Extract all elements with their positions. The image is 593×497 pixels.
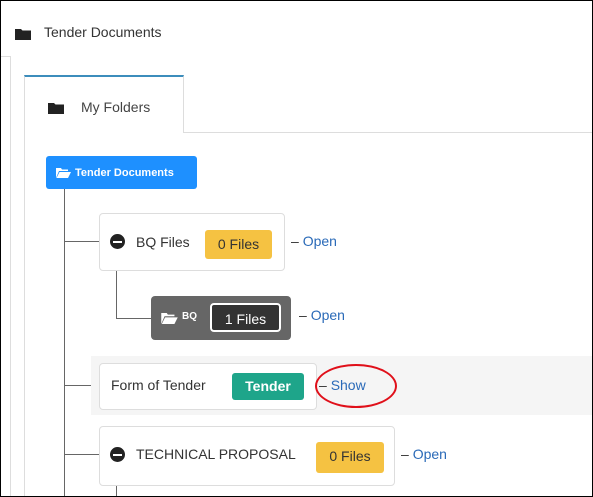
- bq-open-row: – Open: [299, 307, 345, 323]
- folder-open-icon: [56, 168, 71, 181]
- minus-circle-icon[interactable]: [110, 447, 125, 462]
- tree-root-label: Tender Documents: [75, 167, 174, 179]
- technical-proposal-open-row: – Open: [401, 446, 447, 462]
- folder-open-icon: [161, 311, 178, 329]
- tree-connector: [116, 318, 151, 319]
- tree-connector: [64, 385, 91, 386]
- node-label: Form of Tender: [111, 377, 206, 393]
- panel-title: Tender Documents: [44, 24, 162, 40]
- node-label: BQ: [182, 311, 197, 322]
- tree-node-bq[interactable]: BQ 1 Files: [151, 296, 291, 340]
- tree-connector: [64, 189, 65, 496]
- tree-connector: [64, 241, 99, 242]
- link-prefix: –: [291, 233, 299, 249]
- tree-root-tender-documents[interactable]: Tender Documents: [46, 156, 197, 189]
- bq-files-open-row: – Open: [291, 233, 337, 249]
- tree-node-technical-proposal[interactable]: TECHNICAL PROPOSAL 0 Files: [99, 426, 395, 486]
- annotation-ellipse: [315, 364, 397, 408]
- type-badge: Tender: [232, 373, 304, 400]
- tab-my-folders[interactable]: My Folders: [24, 75, 184, 133]
- tree-connector: [116, 271, 117, 318]
- file-count-badge: 0 Files: [205, 230, 272, 259]
- node-label: TECHNICAL PROPOSAL: [136, 446, 296, 462]
- folder-icon: [15, 27, 31, 45]
- tree-connector: [64, 454, 99, 455]
- node-label: BQ Files: [136, 234, 190, 250]
- open-link[interactable]: Open: [413, 446, 447, 462]
- folder-icon: [48, 101, 64, 119]
- tab-label: My Folders: [81, 99, 151, 115]
- open-link[interactable]: Open: [311, 307, 345, 323]
- minus-circle-icon[interactable]: [110, 234, 125, 249]
- file-count-badge: 0 Files: [316, 442, 384, 473]
- open-link[interactable]: Open: [303, 233, 337, 249]
- link-prefix: –: [299, 307, 307, 323]
- file-count-badge: 1 Files: [210, 303, 281, 332]
- link-prefix: –: [401, 446, 409, 462]
- tree-node-form-of-tender[interactable]: Form of Tender Tender: [99, 363, 317, 410]
- panel-header: Tender Documents: [1, 1, 592, 57]
- tree-node-bq-files[interactable]: BQ Files 0 Files: [99, 213, 285, 271]
- tree-connector: [116, 486, 117, 496]
- tab-strip-divider: [184, 132, 592, 133]
- window-frame: Tender Documents My Folders Tender Docum…: [0, 0, 593, 497]
- tab-content-border: [24, 132, 25, 496]
